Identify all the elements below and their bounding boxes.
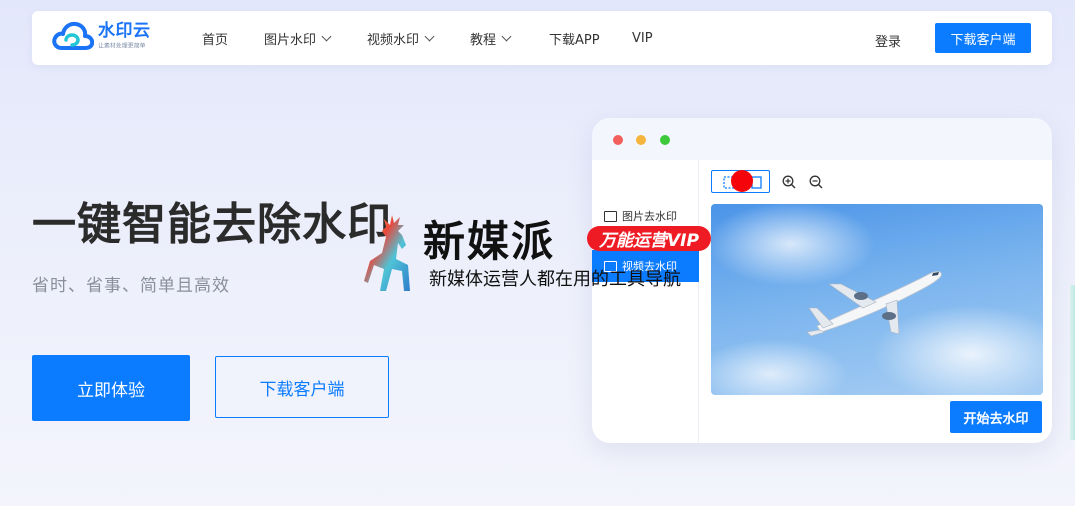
download-client-button[interactable]: 下载客户端 (215, 356, 389, 418)
nav-vip[interactable]: VIP (632, 31, 672, 46)
minimize-dot-icon (636, 135, 646, 145)
nav-tutorials[interactable]: 教程 (470, 29, 549, 48)
main-menu: 首页 图片水印 视频水印 教程 下载APP VIP (202, 11, 672, 65)
hero-subtitle: 省时、省事、简单且高效 (32, 276, 230, 296)
click-marker (731, 170, 753, 192)
airplane-icon (806, 271, 942, 337)
preview-sidebar: 图片去水印 视频去水印 (592, 160, 699, 443)
try-now-button[interactable]: 立即体验 (32, 355, 190, 421)
zoom-in-icon (782, 175, 796, 189)
nav-tutorials-label: 教程 (470, 32, 497, 48)
overlay-tagline: 新媒体运营人都在用的工具导航 (429, 269, 681, 290)
nav-download-app-label: 下载APP (549, 32, 600, 48)
right-edge-decoration (1070, 285, 1075, 440)
nav-home-label: 首页 (202, 32, 229, 48)
brand-slogan: 让素材处理更简单 (98, 42, 146, 49)
chevron-down-icon (321, 31, 332, 41)
start-remove-button[interactable]: 开始去水印 (950, 401, 1042, 433)
zoom-out-icon (809, 175, 823, 189)
sidebar-item-label: 图片去水印 (622, 210, 677, 223)
top-navbar: 水印云 让素材处理更简单 首页 图片水印 视频水印 教程 下载APP VIP 登… (32, 11, 1052, 65)
chevron-down-icon (501, 31, 512, 41)
close-dot-icon (613, 135, 623, 145)
zoom-in-button[interactable] (782, 174, 796, 189)
image-icon (604, 210, 617, 222)
nav-video-watermark[interactable]: 视频水印 (367, 29, 470, 48)
brand-name: 水印云 (98, 20, 151, 41)
nav-image-watermark-label: 图片水印 (264, 32, 317, 48)
preview-image (711, 204, 1043, 395)
brand-logo[interactable]: 水印云 让素材处理更简单 (52, 20, 154, 52)
vip-badge: 万能运营VIP (587, 226, 711, 251)
hero-title: 一键智能去除水印 (32, 199, 392, 250)
cloud-logo-icon (52, 20, 95, 52)
nav-download-app[interactable]: 下载APP (549, 29, 632, 48)
maximize-dot-icon (660, 135, 670, 145)
chevron-down-icon (424, 31, 435, 41)
nav-video-watermark-label: 视频水印 (367, 32, 420, 48)
nav-vip-label: VIP (632, 30, 653, 46)
nav-home[interactable]: 首页 (202, 29, 264, 48)
nav-image-watermark[interactable]: 图片水印 (264, 29, 367, 48)
overlay-brand-title: 新媒派 (423, 217, 556, 266)
deer-logo-icon (362, 213, 424, 295)
login-link[interactable]: 登录 (875, 31, 901, 50)
nav-download-client-button[interactable]: 下载客户端 (935, 23, 1031, 53)
zoom-out-button[interactable] (809, 174, 823, 189)
window-titlebar (592, 118, 1052, 160)
